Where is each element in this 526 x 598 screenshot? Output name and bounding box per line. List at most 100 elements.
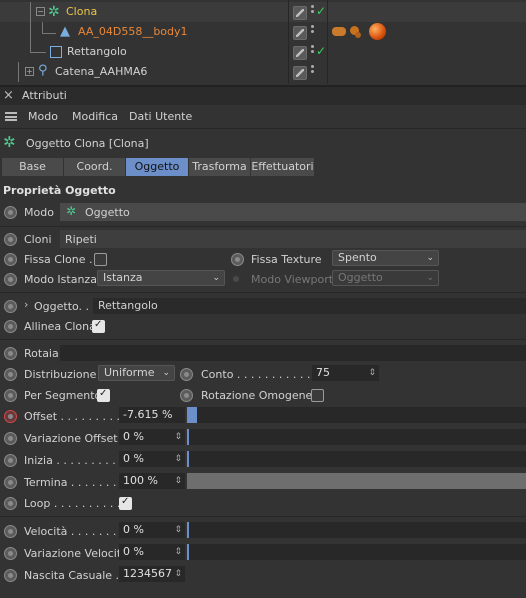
object-tree: − ✲ Clona ✓ ▲ AA_04D558__body1 Rettangol… [0, 0, 526, 86]
velocita-slider[interactable] [187, 522, 526, 538]
cloni-animate-icon[interactable] [4, 233, 17, 246]
nascita-animate-icon[interactable] [4, 569, 17, 582]
rotazione-animate-icon[interactable] [180, 389, 193, 402]
fissa-clone-checkbox[interactable] [94, 253, 107, 266]
variazione-velocita-input[interactable]: 0 % ⇕ [119, 544, 185, 560]
modo-istanza-label: Modo Istanza [24, 273, 97, 286]
velocita-input[interactable]: 0 % ⇕ [119, 522, 185, 538]
menu-modo[interactable]: Modo [28, 110, 58, 123]
separator [0, 339, 526, 340]
fissa-clone-animate-icon[interactable] [4, 253, 17, 266]
editor-visibility-toggle[interactable] [293, 6, 307, 20]
offset-slider[interactable] [187, 407, 526, 423]
expand-arrow-icon[interactable]: › [24, 298, 28, 311]
tab-trasforma[interactable]: Trasforma [189, 158, 251, 176]
inizia-input[interactable]: 0 % ⇕ [119, 451, 185, 467]
modo-istanza-animate-icon[interactable] [4, 273, 17, 286]
inizia-label: Inizia . . . . . . . . . . [24, 454, 123, 467]
tree-name-clona[interactable]: Clona [66, 5, 97, 18]
close-icon[interactable]: × [3, 88, 14, 103]
velocita-animate-icon[interactable] [4, 525, 17, 538]
modo-istanza-dropdown[interactable]: Istanza ⌄ [97, 270, 225, 286]
visibility-dots[interactable] [311, 45, 314, 55]
allinea-checkbox[interactable] [92, 319, 105, 333]
tree-name-rettangolo[interactable]: Rettangolo [67, 45, 127, 58]
per-segmento-animate-icon[interactable] [4, 389, 17, 402]
tab-coord[interactable]: Coord. [64, 158, 126, 176]
loop-checkbox[interactable] [119, 496, 132, 510]
material-sphere-icon[interactable] [369, 23, 386, 40]
oggetto-link-field[interactable]: Rettangolo [93, 298, 526, 314]
modo-animate-icon[interactable] [4, 206, 17, 219]
offset-input[interactable]: -7.615 % [119, 407, 185, 423]
loop-label: Loop . . . . . . . . . . [24, 497, 121, 510]
termina-slider[interactable] [187, 473, 526, 489]
distribuzione-dropdown[interactable]: Uniforme ⌄ [98, 365, 175, 381]
variazione-offset-input[interactable]: 0 % ⇕ [119, 429, 185, 445]
oggetto-animate-icon[interactable] [4, 300, 17, 313]
expand-icon[interactable]: + [25, 67, 34, 76]
spinner-arrows-icon[interactable]: ⇕ [174, 451, 182, 467]
rotaia-animate-icon[interactable] [4, 347, 17, 360]
editor-visibility-toggle[interactable] [293, 46, 307, 60]
allinea-animate-icon[interactable] [4, 320, 17, 333]
visibility-dots[interactable] [311, 65, 314, 75]
visibility-dots[interactable] [311, 25, 314, 35]
modo-field[interactable]: ✲ Oggetto [60, 203, 526, 221]
enabled-check-icon[interactable]: ✓ [316, 4, 326, 18]
rotazione-checkbox[interactable] [311, 389, 324, 402]
per-segmento-checkbox[interactable] [97, 388, 110, 402]
termina-animate-icon[interactable] [4, 476, 17, 489]
variazione-offset-animate-icon[interactable] [4, 432, 17, 445]
modo-viewport-dropdown: Oggetto ⌄ [332, 270, 439, 286]
tab-base[interactable]: Base [2, 158, 64, 176]
distribuzione-animate-icon[interactable] [4, 368, 17, 381]
conto-animate-icon[interactable] [180, 368, 193, 381]
offset-label: Offset . . . . . . . . . [24, 410, 120, 423]
tab-effettuatori[interactable]: Effettuatori [251, 158, 315, 176]
spinner-arrows-icon[interactable]: ⇕ [174, 566, 182, 582]
spinner-arrows-icon[interactable]: ⇕ [174, 473, 182, 489]
fissa-texture-label: Fissa Texture [251, 253, 322, 266]
attributes-header: × Attributi [0, 87, 526, 105]
spinner-arrows-icon[interactable]: ⇕ [368, 365, 376, 381]
object-title: Oggetto Clona [Clona] [26, 137, 149, 150]
menu-dati-utente[interactable]: Dati Utente [129, 110, 192, 123]
tree-row-clona[interactable]: − ✲ Clona ✓ [0, 2, 526, 22]
inizia-slider[interactable] [187, 451, 526, 467]
material-tag-icon[interactable] [355, 32, 361, 38]
rotaia-link-field[interactable] [60, 345, 526, 361]
tab-oggetto[interactable]: Oggetto [126, 158, 189, 176]
visibility-dots[interactable] [311, 5, 314, 15]
fissa-texture-animate-icon[interactable] [231, 253, 244, 266]
variazione-offset-slider[interactable] [187, 429, 526, 445]
tree-line [30, 22, 31, 52]
editor-visibility-toggle[interactable] [293, 66, 307, 80]
menu-modifica[interactable]: Modifica [72, 110, 118, 123]
tag-icon[interactable] [332, 27, 346, 36]
variazione-velocita-slider[interactable] [187, 544, 526, 560]
spinner-arrows-icon[interactable]: ⇕ [174, 522, 182, 538]
tree-row-catena[interactable]: + ⚲ Catena_AAHMA6 [0, 62, 526, 82]
fissa-clone-label: Fissa Clone . [24, 253, 93, 266]
tree-row-rettangolo[interactable]: Rettangolo ✓ [0, 22, 526, 62]
fissa-texture-dropdown[interactable]: Spento ⌄ [332, 250, 439, 266]
cloni-dropdown[interactable]: Ripeti [60, 230, 526, 248]
conto-input[interactable]: 75 ⇕ [312, 365, 379, 381]
editor-visibility-toggle[interactable] [293, 26, 307, 40]
nascita-input[interactable]: 1234567 ⇕ [119, 566, 185, 582]
tree-name-body1[interactable]: AA_04D558__body1 [78, 25, 188, 38]
termina-input[interactable]: 100 % ⇕ [119, 473, 185, 489]
hamburger-menu-icon[interactable] [5, 112, 17, 121]
variazione-velocita-animate-icon[interactable] [4, 547, 17, 560]
tree-row-body1[interactable]: ▲ AA_04D558__body1 [0, 22, 526, 42]
spinner-arrows-icon[interactable]: ⇕ [174, 429, 182, 445]
expand-icon[interactable]: − [36, 7, 45, 16]
offset-keyframe-icon[interactable] [4, 410, 17, 423]
enabled-check-icon[interactable]: ✓ [316, 44, 326, 58]
separator [0, 128, 526, 129]
loop-animate-icon[interactable] [4, 497, 17, 510]
tree-name-catena[interactable]: Catena_AAHMA6 [55, 65, 147, 78]
spinner-arrows-icon[interactable]: ⇕ [174, 544, 182, 560]
inizia-animate-icon[interactable] [4, 454, 17, 467]
